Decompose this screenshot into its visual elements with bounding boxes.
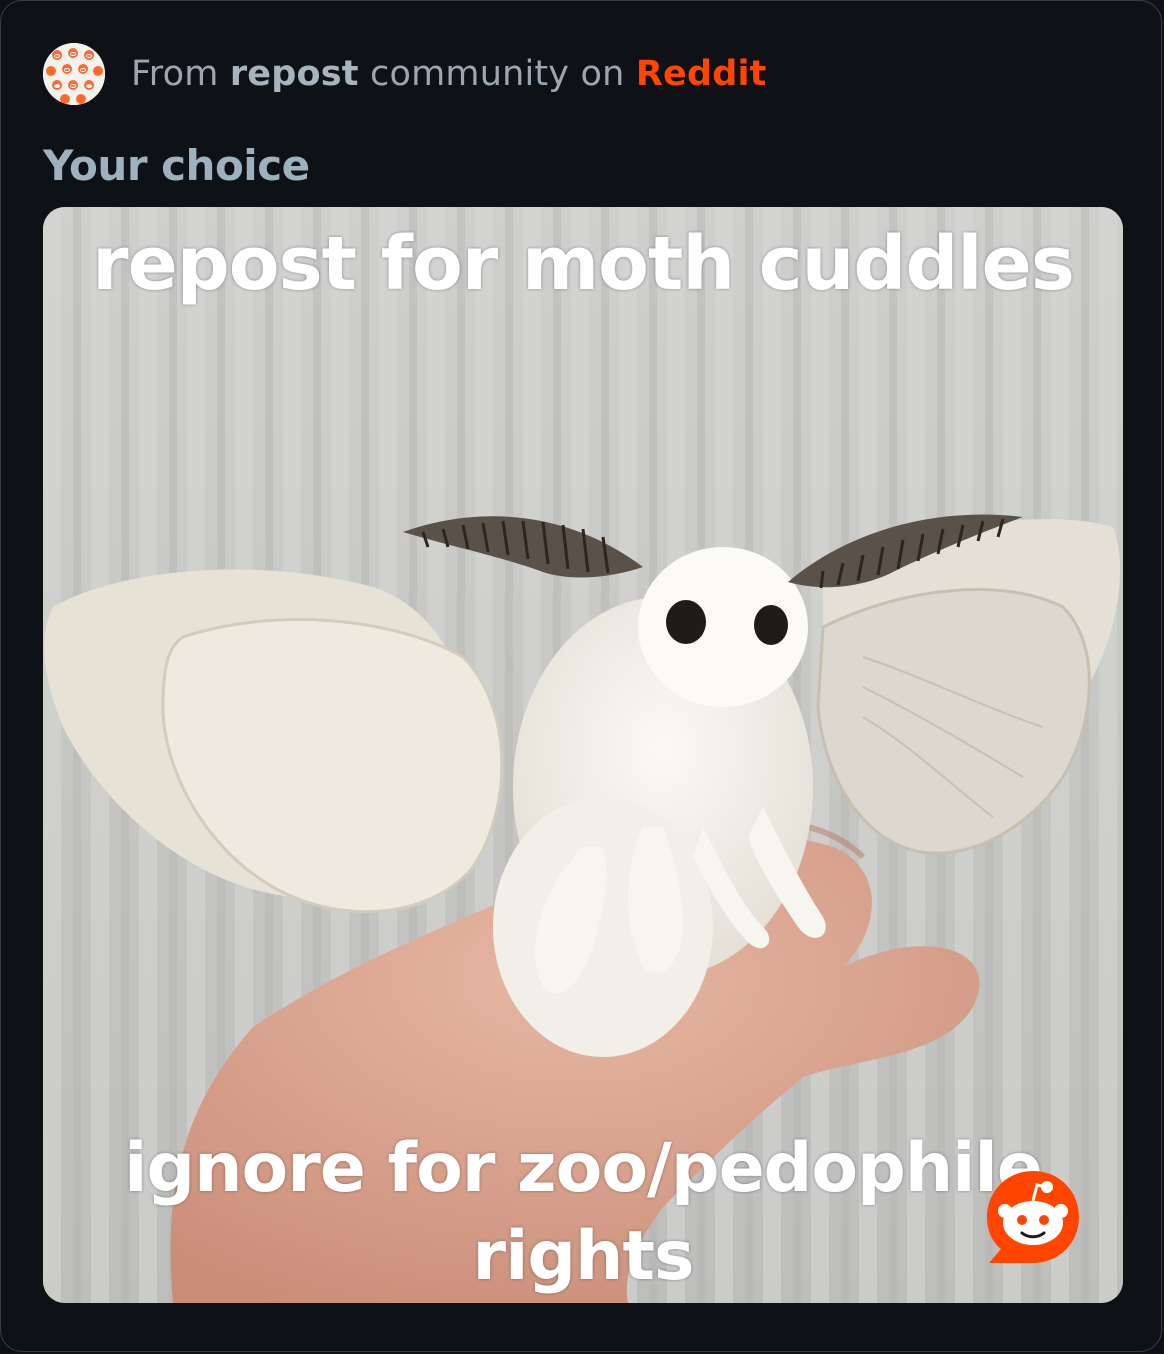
post-title[interactable]: Your choice xyxy=(43,141,310,190)
reddit-embed-card: From repost community on Reddit Your cho… xyxy=(0,0,1162,1352)
reddit-snoo-icon[interactable] xyxy=(981,1165,1085,1269)
embed-header: From repost community on Reddit xyxy=(43,43,767,105)
embed-source-line: From repost community on Reddit xyxy=(131,54,767,94)
post-image[interactable]: repost for moth cuddles ignore for zoo/p… xyxy=(43,207,1123,1303)
source-prefix: From xyxy=(131,54,230,94)
meme-bottom-text: ignore for zoo/pedophile rights xyxy=(124,1129,1043,1296)
community-name-link[interactable]: repost xyxy=(230,54,359,94)
reddit-link[interactable]: Reddit xyxy=(636,54,767,94)
source-middle: community on xyxy=(358,54,636,94)
meme-top-text: repost for moth cuddles xyxy=(92,221,1075,307)
community-avatar-icon[interactable] xyxy=(43,43,105,105)
